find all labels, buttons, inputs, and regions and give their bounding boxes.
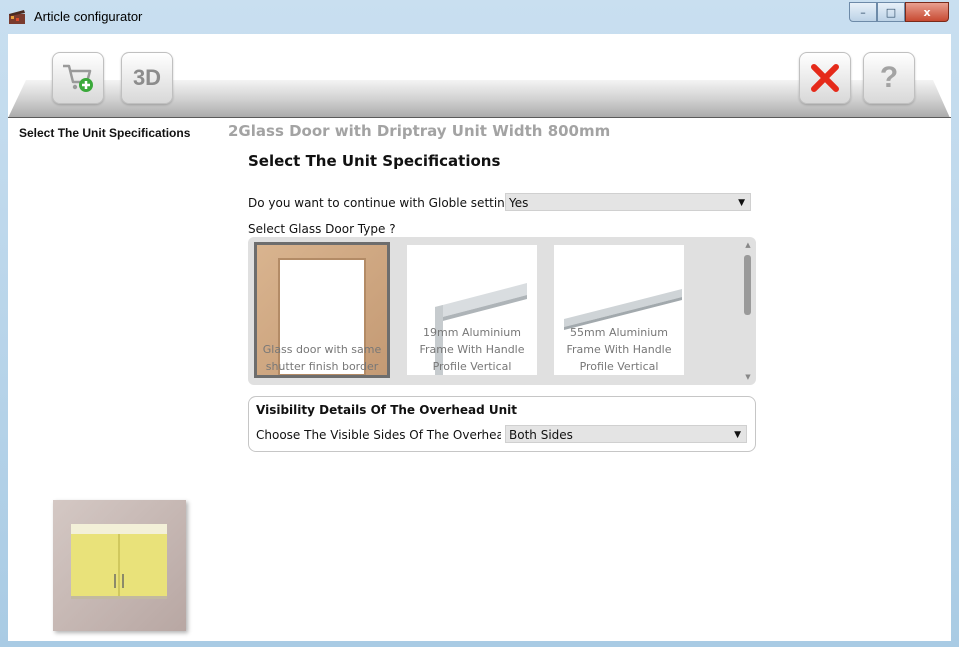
red-x-icon bbox=[811, 64, 839, 92]
glass-door-option-same-finish[interactable]: Glass door with same shutter finish bord… bbox=[254, 242, 390, 378]
visibility-details-group: Visibility Details Of The Overhead Unit … bbox=[248, 396, 756, 452]
toolbar: 3D ? bbox=[8, 34, 951, 118]
visibility-heading: Visibility Details Of The Overhead Unit bbox=[256, 403, 517, 417]
help-icon: ? bbox=[879, 61, 899, 94]
gallery-scrollbar[interactable]: ▲ ▼ bbox=[743, 241, 753, 381]
option-label: Glass door with same shutter finish bord… bbox=[262, 343, 382, 373]
globle-setting-value: Yes bbox=[509, 196, 529, 210]
view-3d-label: 3D bbox=[132, 65, 162, 90]
visible-sides-value: Both Sides bbox=[509, 428, 573, 442]
minimize-icon: – bbox=[860, 5, 866, 19]
scroll-down-icon[interactable]: ▼ bbox=[743, 373, 753, 381]
nav-step-unit-specifications[interactable]: Select The Unit Specifications bbox=[19, 126, 190, 140]
option-label: 19mm Aluminium Frame With Handle Profile… bbox=[419, 326, 525, 373]
close-button[interactable]: x bbox=[905, 2, 949, 22]
view-3d-button[interactable]: 3D bbox=[121, 52, 173, 104]
title-bar: Article configurator – □ x bbox=[0, 0, 959, 34]
visible-sides-select[interactable]: Both Sides ▼ bbox=[505, 425, 747, 443]
visible-sides-label: Choose The Visible Sides Of The Overhead… bbox=[256, 428, 501, 442]
glass-door-option-19mm[interactable]: 19mm Aluminium Frame With Handle Profile… bbox=[407, 245, 537, 375]
glass-door-option-55mm[interactable]: 55mm Aluminium Frame With Handle Profile… bbox=[554, 245, 684, 375]
clapperboard-icon bbox=[9, 10, 25, 24]
scroll-up-icon[interactable]: ▲ bbox=[743, 241, 753, 249]
globle-setting-select[interactable]: Yes ▼ bbox=[505, 193, 751, 211]
unit-preview-image bbox=[53, 500, 186, 631]
option-label: 55mm Aluminium Frame With Handle Profile… bbox=[566, 326, 672, 373]
minimize-button[interactable]: – bbox=[849, 2, 877, 22]
section-heading: Select The Unit Specifications bbox=[248, 152, 501, 170]
globle-setting-label: Do you want to continue with Globle sett… bbox=[248, 196, 506, 210]
glass-door-type-label: Select Glass Door Type ? bbox=[248, 222, 396, 236]
window-controls: – □ x bbox=[849, 2, 949, 22]
chevron-down-icon: ▼ bbox=[734, 430, 741, 440]
help-button[interactable]: ? bbox=[863, 52, 915, 104]
window-title: Article configurator bbox=[34, 9, 143, 24]
overhead-cabinet-icon bbox=[71, 524, 167, 599]
client-area: 3D ? Select The Unit Specifications 2Gla… bbox=[8, 34, 951, 641]
glass-door-gallery: Glass door with same shutter finish bord… bbox=[248, 237, 756, 385]
maximize-icon: □ bbox=[885, 5, 897, 19]
chevron-down-icon: ▼ bbox=[738, 198, 745, 208]
maximize-button[interactable]: □ bbox=[877, 2, 905, 22]
close-icon: x bbox=[923, 5, 931, 19]
add-to-cart-button[interactable] bbox=[52, 52, 104, 104]
cart-add-icon bbox=[63, 64, 93, 92]
scroll-thumb[interactable] bbox=[744, 255, 751, 315]
unit-title: 2Glass Door with Driptray Unit Width 800… bbox=[228, 122, 611, 140]
cancel-button[interactable] bbox=[799, 52, 851, 104]
window-frame: Article configurator – □ x 3D ? Select T… bbox=[0, 0, 959, 647]
